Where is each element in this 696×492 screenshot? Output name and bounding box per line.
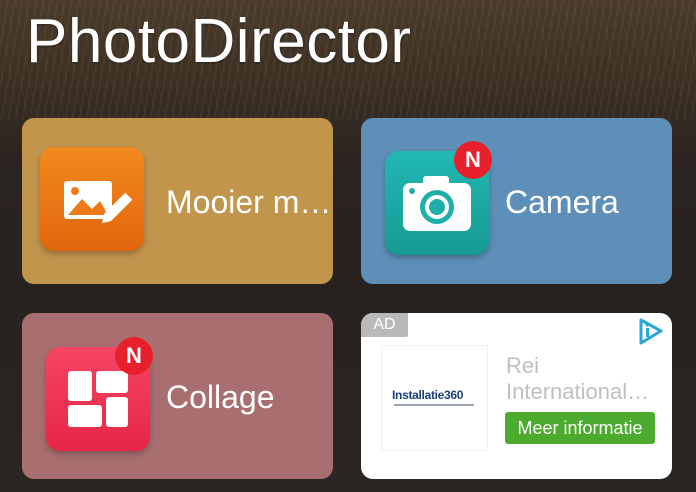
camera-tile-label: Camera [505, 184, 619, 220]
ad-choices-icon[interactable] [636, 317, 666, 347]
logo-underline [394, 404, 474, 406]
app-title: PhotoDirector [26, 7, 412, 76]
ad-label: AD [361, 313, 408, 337]
collage-tile-label: Collage [166, 379, 275, 415]
ad-cta-button[interactable]: Meer informatie [505, 412, 655, 444]
new-badge: N [115, 337, 153, 375]
ad-tile[interactable]: AD Installatie360 Rei International… Meer… [361, 313, 672, 479]
edit-tile-label: Mooier m… [166, 184, 332, 220]
new-badge: N [454, 141, 492, 179]
collage-tile[interactable]: N Collage [22, 313, 333, 479]
advertiser-logo-text: Installatie360 [392, 388, 464, 402]
photo-edit-icon [40, 147, 144, 251]
edit-tile[interactable]: Mooier m… [22, 118, 333, 284]
camera-tile[interactable]: N Camera [361, 118, 672, 284]
ad-title[interactable]: Rei International… [506, 353, 661, 405]
advertiser-logo[interactable]: Installatie360 [381, 345, 488, 451]
